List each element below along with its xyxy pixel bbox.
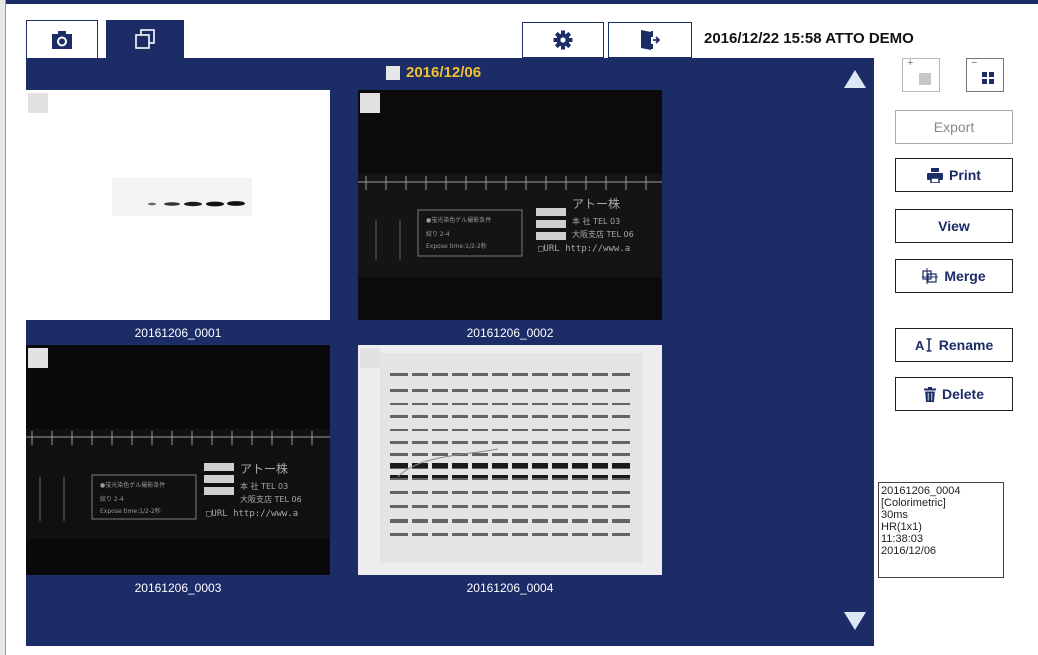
ruler-company: アトー株 — [572, 196, 620, 211]
blot-image — [26, 90, 330, 320]
copy-icon — [135, 29, 155, 49]
gel-image — [358, 345, 662, 575]
minus-icon: − — [971, 57, 978, 69]
ruler-image: ●蛍光染色ゲル撮影条件 絞り 2-4 Expose time:1/2-2秒 アト… — [358, 90, 662, 320]
zoom-out-button[interactable]: − — [966, 57, 1004, 92]
thumbnail-3[interactable]: ●蛍光染色ゲル撮影条件 絞り 2-4 Expose time:1/2-2秒 アト… — [26, 345, 330, 575]
select-checkbox[interactable] — [360, 93, 380, 113]
info-date: 2016/12/06 — [881, 545, 937, 557]
thumbnail-2[interactable]: ●蛍光染色ゲル撮影条件 絞り 2-4 Expose time:1/2-2秒 アト… — [358, 90, 662, 320]
print-button[interactable]: Print — [895, 158, 1013, 192]
delete-button[interactable]: Delete — [895, 377, 1013, 411]
info-filename: 20161206_0004 — [881, 485, 961, 497]
ruler-condition-line1: 絞り 2-4 — [426, 230, 450, 238]
printer-icon — [927, 167, 944, 183]
merge-button[interactable]: Merge — [895, 259, 1013, 293]
thumbnail-caption: 20161206_0003 — [134, 581, 222, 595]
plus-icon: + — [907, 57, 914, 69]
trash-icon — [923, 386, 936, 402]
info-time: 11:38:03 — [881, 533, 924, 545]
rename-button[interactable]: A Rename — [895, 328, 1013, 362]
date-group-header[interactable]: 2016/12/06 — [386, 64, 481, 81]
grid-icon — [982, 72, 994, 84]
info-resolution: HR(1x1) — [881, 521, 922, 533]
exit-icon — [641, 30, 661, 50]
merge-icon — [922, 268, 939, 284]
status-text: 2016/12/22 15:58 ATTO DEMO — [704, 30, 914, 47]
window-top-edge — [0, 0, 1038, 4]
merge-label: Merge — [944, 268, 986, 284]
info-mode: [Colorimetric] — [881, 497, 946, 509]
thumbnail-caption: 20161206_0004 — [466, 581, 554, 595]
view-button[interactable]: View — [895, 209, 1013, 243]
print-label: Print — [949, 167, 981, 183]
view-label: View — [938, 218, 970, 234]
camera-icon — [52, 30, 72, 49]
export-button[interactable]: Export — [895, 110, 1013, 144]
select-checkbox[interactable] — [28, 348, 48, 368]
ruler-condition-line2: Expose time:1/2-2秒 — [426, 242, 487, 250]
ruler-company: アトー株 — [240, 461, 288, 476]
exit-button[interactable] — [608, 22, 692, 58]
tab-camera[interactable] — [26, 20, 98, 58]
ruler-condition-title: ●蛍光染色ゲル撮影条件 — [426, 216, 491, 224]
square-icon — [919, 73, 931, 85]
rename-icon: A — [915, 338, 932, 352]
ruler-condition-line1: 絞り 2-4 — [100, 495, 124, 503]
ruler-url: □URL http://www.a — [206, 509, 298, 519]
gallery-panel: 2016/12/06 20161206_0001 ●蛍光染色ゲル撮影条件 絞り … — [26, 58, 874, 646]
ruler-branch: 大阪支店 TEL 06 — [240, 494, 302, 504]
ruler-condition-line2: Expose time:1/2-2秒 — [100, 507, 161, 515]
image-info-panel: 20161206_0004 [Colorimetric] 30ms HR(1x1… — [878, 482, 1004, 578]
delete-label: Delete — [941, 386, 985, 402]
thumbnail-4[interactable] — [358, 345, 662, 575]
ruler-head-office: 本 社 TEL 03 — [572, 216, 620, 226]
window-left-edge — [0, 0, 6, 655]
date-select-checkbox[interactable] — [386, 65, 400, 80]
ruler-condition-title: ●蛍光染色ゲル撮影条件 — [100, 481, 165, 489]
triangle-down-icon[interactable] — [844, 612, 866, 630]
zoom-in-button[interactable]: + — [902, 57, 940, 92]
date-label: 2016/12/06 — [406, 64, 482, 81]
gallery-window: { "header": { "tabs": [ {"name": "camera… — [0, 0, 1038, 655]
select-checkbox[interactable] — [360, 348, 380, 368]
info-exposure: 30ms — [881, 509, 908, 521]
rename-label: Rename — [938, 337, 994, 353]
settings-button[interactable] — [522, 22, 604, 58]
thumbnail-caption: 20161206_0001 — [134, 326, 222, 340]
gear-icon — [553, 30, 573, 50]
thumbnail-1[interactable] — [26, 90, 330, 320]
select-checkbox[interactable] — [28, 93, 48, 113]
export-label: Export — [933, 119, 975, 135]
thumbnail-caption: 20161206_0002 — [466, 326, 554, 340]
ruler-head-office: 本 社 TEL 03 — [240, 481, 288, 491]
ruler-url: □URL http://www.a — [538, 244, 630, 254]
tab-gallery[interactable] — [106, 20, 184, 58]
ruler-branch: 大阪支店 TEL 06 — [572, 229, 634, 239]
ruler-image: ●蛍光染色ゲル撮影条件 絞り 2-4 Expose time:1/2-2秒 アト… — [26, 345, 330, 575]
triangle-up-icon[interactable] — [844, 70, 866, 88]
svg-text:A: A — [915, 338, 925, 352]
